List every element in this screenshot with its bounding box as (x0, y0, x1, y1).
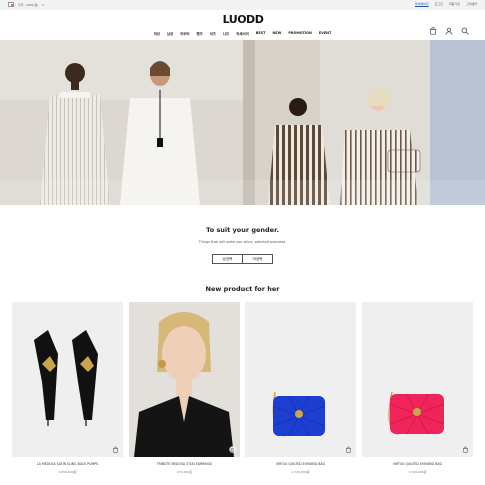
new-products-title: New product for her (205, 285, 280, 293)
add-to-cart-icon[interactable] (112, 446, 119, 453)
signup-link[interactable]: 회원가입 (449, 2, 460, 6)
product-name[interactable]: TRIBUTE MEDUSA STUD EARRINGS (129, 462, 240, 466)
product-image-earrings (129, 302, 240, 457)
gender-toggle: 남성복 여성복 (212, 254, 273, 264)
nav-item-shirts[interactable]: 셔츠 (210, 31, 216, 36)
main-nav: 여성 남성 아우터 팬츠 셔츠 니트 악세서리 BEST NEW PROMOTI… (0, 31, 485, 36)
product-image-pink-bag (362, 302, 473, 457)
add-to-cart-icon[interactable] (345, 446, 352, 453)
add-to-cart-icon[interactable] (229, 446, 236, 453)
utility-links: 마이페이지 로그인 회원가입 고객센터 (415, 2, 477, 6)
product-card[interactable] (245, 302, 356, 457)
site-header: LUODD 여성 남성 아우터 팬츠 셔츠 니트 악세서리 BEST NEW P… (0, 10, 485, 40)
product-image-blue-bag (245, 302, 356, 457)
product-card[interactable] (12, 302, 123, 457)
product-image-pumps (12, 302, 123, 457)
gender-section-title: To suit your gender. (206, 226, 279, 234)
top-utility-bar: 한국 · KRW(원) ▾ 마이페이지 로그인 회원가입 고객센터 (0, 0, 485, 10)
hero-banner[interactable] (0, 40, 485, 205)
nav-item-new[interactable]: NEW (272, 31, 281, 36)
product-price: 1,720,000원 (408, 470, 427, 474)
mens-button[interactable]: 남성복 (213, 255, 242, 263)
product-card[interactable] (129, 302, 240, 457)
nav-item-knit[interactable]: 니트 (223, 31, 229, 36)
customer-center-link[interactable]: 고객센터 (466, 2, 477, 6)
womens-button[interactable]: 여성복 (242, 255, 272, 263)
nav-item-men[interactable]: 남성 (167, 31, 173, 36)
nav-item-promotion[interactable]: PROMOTION (288, 31, 312, 36)
gender-section-subtitle: Things that will make you shine, selecte… (198, 240, 287, 244)
product-price: 470,000원 (176, 470, 193, 474)
brand-logo[interactable]: LUODD (221, 14, 265, 26)
country-label: 한국 · KRW(원) (18, 2, 39, 7)
nav-item-pants[interactable]: 팬츠 (197, 31, 203, 36)
nav-item-outer[interactable]: 아우터 (180, 31, 189, 36)
product-name[interactable]: LA MEDUSA SATIN SLING BACK PUMPS (12, 462, 123, 466)
chevron-down-icon: ▾ (42, 2, 44, 7)
country-selector[interactable]: 한국 · KRW(원) ▾ (8, 2, 44, 7)
flag-icon (8, 2, 14, 7)
nav-item-best[interactable]: BEST (256, 31, 266, 36)
mypage-link[interactable]: 마이페이지 (415, 2, 429, 6)
nav-item-accessories[interactable]: 악세서리 (236, 31, 248, 36)
nav-item-women[interactable]: 여성 (154, 31, 160, 36)
login-link[interactable]: 로그인 (435, 2, 443, 6)
add-to-cart-icon[interactable] (462, 446, 469, 453)
product-name[interactable]: VIRTUS QUILTED EVENING BAG (245, 462, 356, 466)
product-name[interactable]: VIRTUS QUILTED EVENING BAG (362, 462, 473, 466)
nav-item-event[interactable]: EVENT (319, 31, 331, 36)
product-card[interactable] (362, 302, 473, 457)
product-price: 1,850,000원 (58, 470, 77, 474)
product-price: 1,720,000원 (291, 470, 310, 474)
